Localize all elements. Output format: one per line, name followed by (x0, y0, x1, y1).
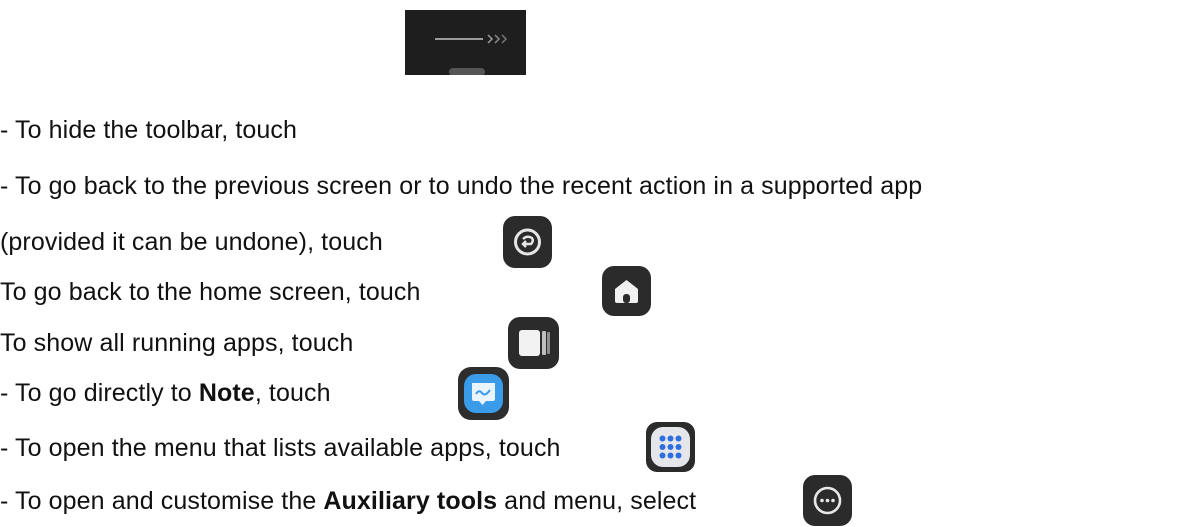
instruction-home: To go back to the home screen, touch (0, 277, 421, 307)
instruction-text-after: , touch (254, 379, 331, 407)
instruction-text: - To hide the toolbar, touch (0, 116, 297, 144)
instruction-text: To go back to the home screen, touch (0, 278, 421, 306)
instruction-recent-apps: To show all running apps, touch (0, 328, 353, 358)
apps-grid-icon[interactable] (646, 422, 695, 472)
instruction-apps-menu: - To open the menu that lists available … (0, 433, 561, 463)
instruction-text-before: - To open and customise the (0, 487, 324, 515)
instruction-text-before: - To go directly to (0, 379, 199, 407)
instruction-auxiliary-tools: - To open and customise the Auxiliary to… (0, 486, 696, 516)
instruction-text: - To go back to the previous screen or t… (0, 172, 923, 200)
back-undo-icon[interactable] (503, 216, 552, 268)
note-app-icon[interactable] (458, 367, 509, 420)
instruction-hide-toolbar: - To hide the toolbar, touch (0, 115, 297, 145)
instruction-text: - To open the menu that lists available … (0, 434, 561, 462)
note-app-name: Note (198, 379, 255, 407)
recent-apps-icon[interactable] (508, 317, 559, 369)
instruction-text: (provided it can be undone), touch (0, 228, 383, 256)
instruction-text-after: and menu, select (497, 487, 697, 515)
instruction-note: - To go directly to Note, touch (0, 378, 331, 408)
instruction-text: To show all running apps, touch (0, 329, 354, 357)
more-options-icon[interactable] (803, 475, 852, 526)
instruction-back: - To go back to the previous screen or t… (0, 171, 922, 201)
instruction-back-continued: (provided it can be undone), touch (0, 227, 383, 257)
toolbar-collapse-icon[interactable] (405, 10, 526, 75)
home-icon[interactable] (602, 266, 651, 316)
auxiliary-tools-label: Auxiliary tools (323, 487, 498, 515)
